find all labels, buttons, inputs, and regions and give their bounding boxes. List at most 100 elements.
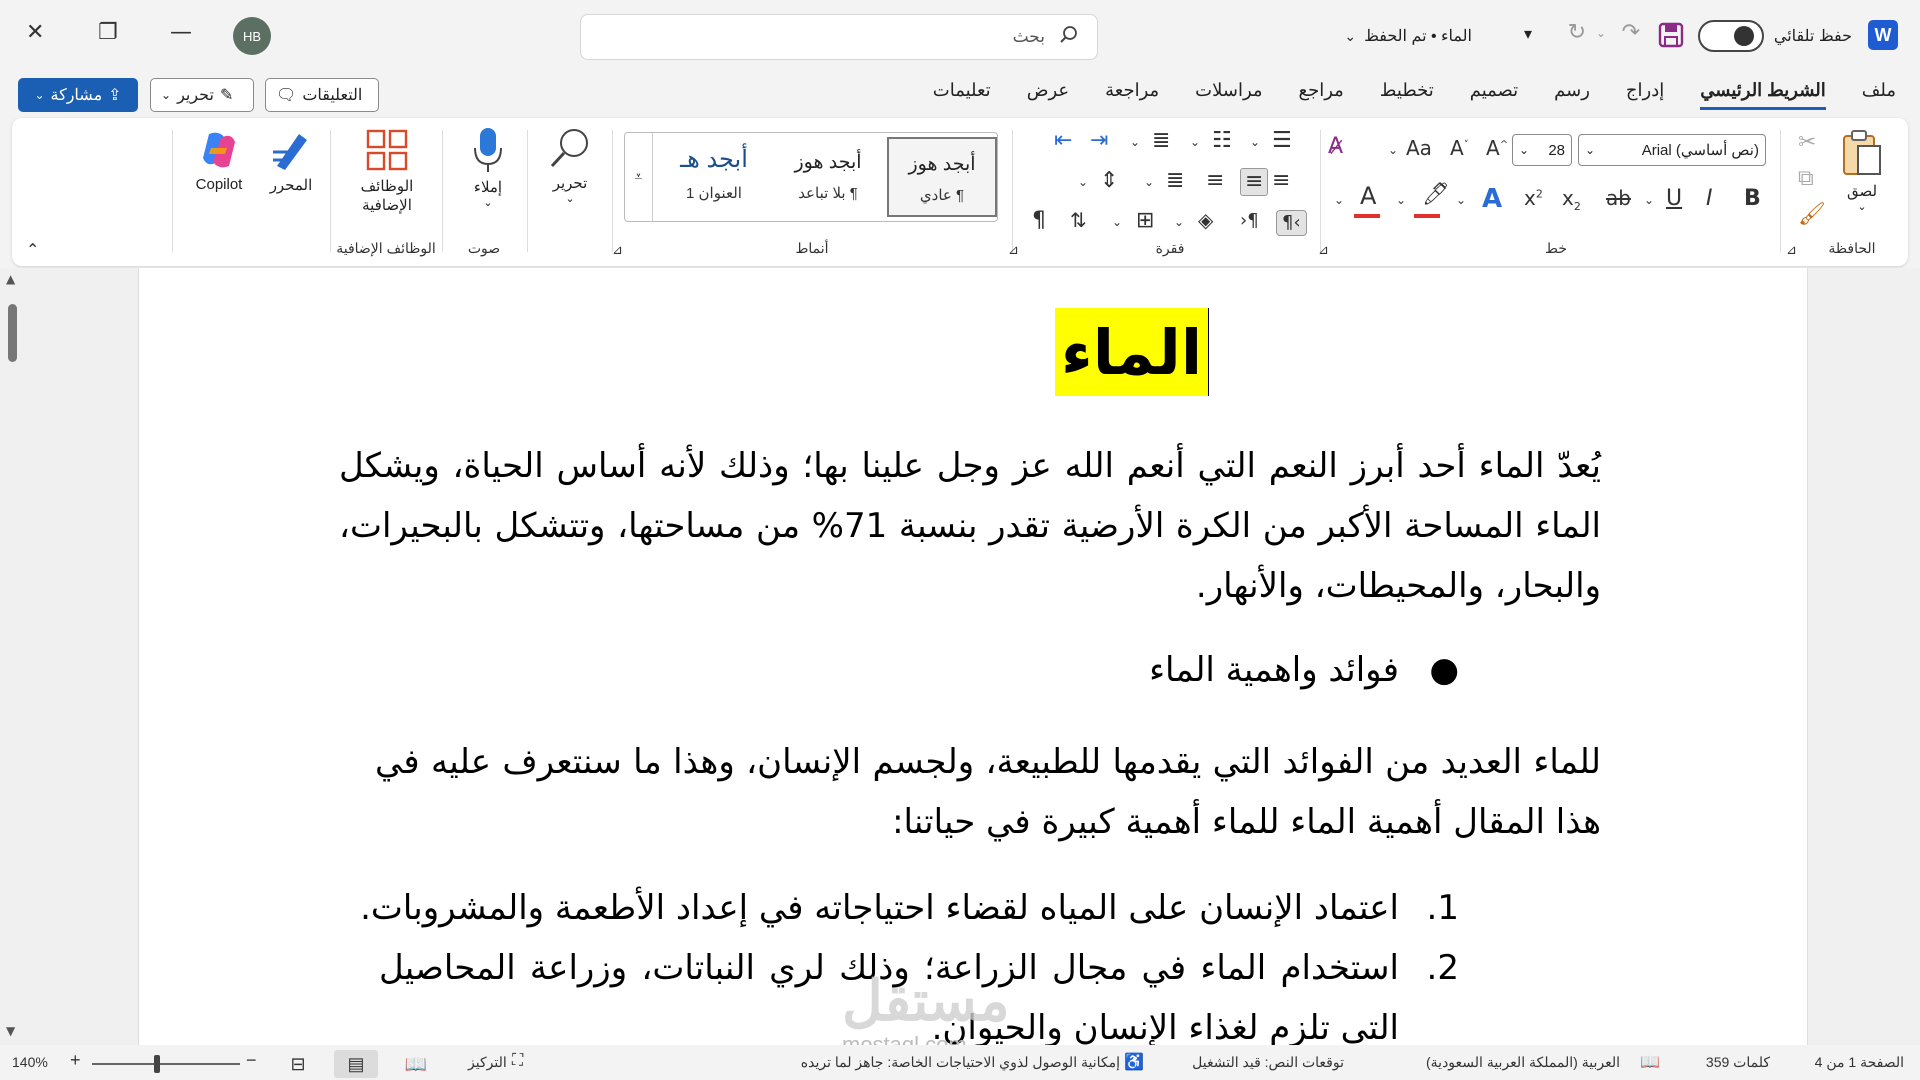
ltr-direction-icon[interactable]: ›¶ xyxy=(1240,212,1259,230)
undo-dropdown-icon[interactable]: ⌄ xyxy=(1596,26,1606,40)
editor-button[interactable]: المحرر xyxy=(256,128,326,194)
clear-formatting-icon[interactable]: A̷ xyxy=(1328,136,1343,158)
redo-icon[interactable]: ↷ xyxy=(1622,20,1640,45)
list-item[interactable]: 1. اعتماد الإنسان على المياه لقضاء احتيا… xyxy=(339,878,1459,938)
font-name-select[interactable]: ⌄ Arial (نص أساسي) xyxy=(1578,134,1766,166)
increase-indent-icon[interactable]: ⇥ xyxy=(1090,130,1108,152)
grow-font-icon[interactable]: A^ xyxy=(1486,138,1508,158)
line-spacing-icon[interactable]: ⇕ xyxy=(1100,170,1118,192)
subscript-icon[interactable]: x2 xyxy=(1562,188,1581,212)
dictate-button[interactable]: إملاء ⌄ xyxy=(458,126,518,209)
scroll-down-icon[interactable]: ▼ xyxy=(6,1024,15,1038)
bullets-icon[interactable]: ☰ xyxy=(1272,130,1292,152)
tab-insert[interactable]: إدراج xyxy=(1626,80,1664,110)
tab-mailings[interactable]: مراسلات xyxy=(1195,80,1262,110)
document-heading[interactable]: الماء xyxy=(1055,308,1210,396)
borders-icon[interactable]: ⊞ xyxy=(1136,210,1154,232)
undo-icon[interactable]: ↻ xyxy=(1568,20,1586,45)
focus-label[interactable]: التركيز xyxy=(468,1054,507,1071)
superscript-icon[interactable]: x2 xyxy=(1524,188,1543,208)
editing-button[interactable]: تحرير ⌄ xyxy=(540,126,600,205)
bold-icon[interactable]: B xyxy=(1744,188,1761,210)
save-icon[interactable] xyxy=(1658,22,1684,48)
text-effects-icon[interactable]: A xyxy=(1482,186,1502,212)
accessibility-icon[interactable]: ♿ xyxy=(1124,1052,1144,1072)
shrink-font-icon[interactable]: A˅ xyxy=(1450,138,1469,158)
paste-button[interactable]: لصق ⌄ xyxy=(1832,128,1892,213)
intro-paragraph[interactable]: يُعدّ الماء أحد أبرز النعم التي أنعم الل… xyxy=(339,436,1601,616)
chevron-down-icon[interactable]: ⌄ xyxy=(1396,194,1406,206)
scroll-thumb[interactable] xyxy=(8,304,17,362)
sort-icon[interactable]: ⇅ xyxy=(1070,210,1087,230)
zoom-in-icon[interactable]: + xyxy=(70,1050,81,1071)
style-normal[interactable]: أبجد هوز عادي ¶ xyxy=(887,137,997,217)
dialog-launcher-icon[interactable]: ⊿ xyxy=(1008,244,1019,257)
share-button[interactable]: ⌄ مشاركة ⇪ xyxy=(18,78,138,112)
benefits-paragraph[interactable]: للماء العديد من الفوائد التي يقدمها للطب… xyxy=(375,732,1601,852)
scroll-up-icon[interactable]: ▲ xyxy=(6,272,15,286)
proofing-icon[interactable]: 📖 xyxy=(1640,1052,1660,1072)
zoom-out-icon[interactable]: − xyxy=(246,1050,257,1071)
align-left-icon[interactable]: ≡ xyxy=(1206,170,1224,192)
chevron-down-icon[interactable]: ⌄ xyxy=(1644,194,1654,206)
accessibility-status[interactable]: إمكانية الوصول لذوي الاحتياجات الخاصة: ج… xyxy=(801,1054,1120,1071)
chevron-down-icon[interactable]: ⌄ xyxy=(1456,194,1466,206)
search-box[interactable]: بحث xyxy=(580,14,1098,60)
chevron-down-icon[interactable]: ⌄ xyxy=(1144,176,1154,188)
decrease-indent-icon[interactable]: ⇤ xyxy=(1054,130,1072,152)
align-center-icon[interactable]: ≡ xyxy=(1240,168,1269,196)
dialog-launcher-icon[interactable]: ⊿ xyxy=(612,244,623,257)
minimize-icon[interactable]: — xyxy=(170,20,192,45)
multilevel-list-icon[interactable]: ≣ xyxy=(1152,130,1170,152)
font-size-select[interactable]: ⌄ 28 xyxy=(1512,134,1572,166)
page-count[interactable]: الصفحة 1 من 4 xyxy=(1815,1054,1904,1071)
zoom-level[interactable]: 140% xyxy=(12,1054,48,1070)
tab-file[interactable]: ملف xyxy=(1862,80,1896,110)
tab-view[interactable]: عرض xyxy=(1027,80,1069,110)
chevron-down-icon[interactable]: ⌄ xyxy=(1250,136,1260,148)
user-avatar[interactable]: HB xyxy=(233,17,271,55)
language-status[interactable]: العربية (المملكة العربية السعودية) xyxy=(1426,1054,1620,1071)
chevron-down-icon[interactable]: ⌄ xyxy=(1388,144,1398,156)
tab-design[interactable]: تصميم xyxy=(1470,80,1518,110)
tab-home[interactable]: الشريط الرئيسي xyxy=(1700,80,1826,110)
chevron-down-icon[interactable]: ⌄ xyxy=(1112,216,1122,228)
change-case-icon[interactable]: Aa xyxy=(1406,138,1432,158)
copy-icon[interactable]: ⧉ xyxy=(1798,168,1814,190)
vertical-scrollbar[interactable]: ▲ ▼ xyxy=(0,268,26,1045)
tab-review[interactable]: مراجعة xyxy=(1105,80,1159,110)
word-count[interactable]: 359 كلمات xyxy=(1706,1054,1770,1071)
restore-icon[interactable]: ❐ xyxy=(98,20,118,45)
chevron-down-icon[interactable]: ⌄ xyxy=(1078,176,1088,188)
show-paragraph-marks-icon[interactable]: ¶ xyxy=(1032,210,1046,232)
chevron-down-icon[interactable]: ⌄ xyxy=(1174,216,1184,228)
align-right-icon[interactable]: ≡ xyxy=(1272,170,1290,192)
font-color-icon[interactable]: A xyxy=(1360,184,1376,208)
comments-button[interactable]: 🗨 التعليقات xyxy=(265,78,379,112)
numbering-icon[interactable]: ☷ xyxy=(1212,130,1232,152)
justify-icon[interactable]: ≣ xyxy=(1166,170,1184,192)
autosave-toggle[interactable] xyxy=(1698,20,1764,52)
style-no-spacing[interactable]: أبجد هوز بلا تباعد ¶ xyxy=(773,137,883,217)
copilot-button[interactable]: Copilot xyxy=(184,128,254,193)
addins-button[interactable]: الوظائف الإضافية xyxy=(342,128,432,215)
strikethrough-icon[interactable]: ab xyxy=(1606,188,1631,208)
shading-icon[interactable]: ◈ xyxy=(1198,210,1213,230)
tab-help[interactable]: تعليمات xyxy=(933,80,991,110)
styles-expand-icon[interactable]: ⩡ xyxy=(625,133,653,221)
style-heading-1[interactable]: أبجد هـ العنوان 1 xyxy=(659,137,769,217)
dialog-launcher-icon[interactable]: ⊿ xyxy=(1318,244,1329,257)
tab-references[interactable]: مراجع xyxy=(1299,80,1344,110)
rtl-direction-icon[interactable]: ¶‹ xyxy=(1276,210,1307,236)
dialog-launcher-icon[interactable]: ⊿ xyxy=(1786,244,1797,257)
read-mode-icon[interactable]: 📖 xyxy=(394,1050,438,1078)
italic-icon[interactable]: I xyxy=(1706,188,1713,210)
bullet-item[interactable]: ● فوائد واهمية الماء xyxy=(459,640,1459,700)
print-layout-icon[interactable]: ▤ xyxy=(334,1050,378,1078)
doc-title-button[interactable]: ⌄ الماء • تم الحفظ xyxy=(1344,26,1472,46)
close-icon[interactable]: ✕ xyxy=(26,20,44,45)
chevron-down-icon[interactable]: ⌄ xyxy=(1334,194,1344,206)
web-layout-icon[interactable]: ⊟ xyxy=(276,1050,320,1078)
underline-icon[interactable]: U xyxy=(1666,188,1682,210)
collapse-ribbon-icon[interactable]: ⌃ xyxy=(26,242,39,258)
